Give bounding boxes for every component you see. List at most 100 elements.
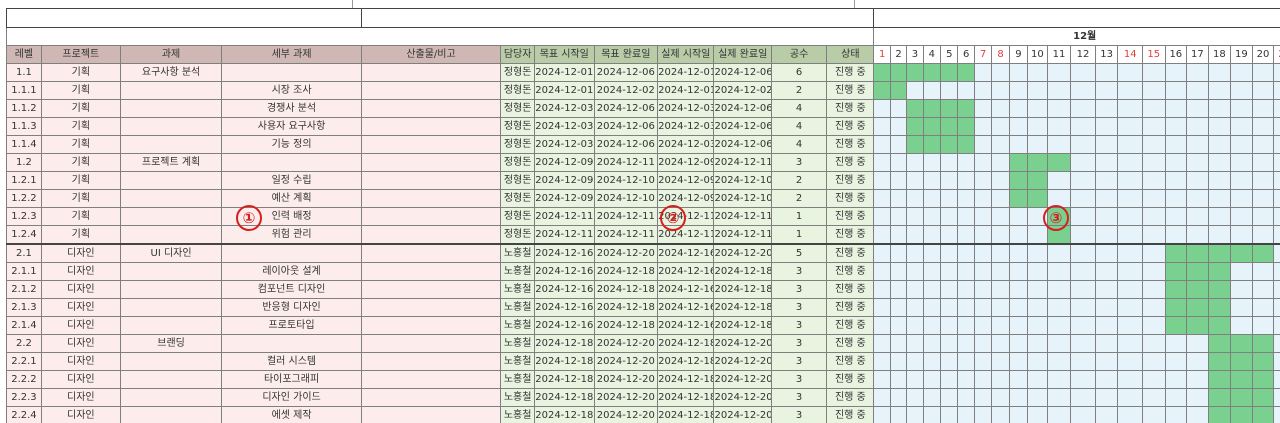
cell-actual-end[interactable]: 2024-12-06 <box>713 99 772 118</box>
gantt-cell[interactable] <box>1094 370 1119 389</box>
gantt-cell[interactable] <box>1142 370 1166 389</box>
gantt-cell[interactable] <box>991 262 1010 281</box>
cell-target-start[interactable]: 2024-12-03 <box>534 135 595 154</box>
cell-task[interactable] <box>119 171 223 190</box>
gantt-cell[interactable] <box>889 370 908 389</box>
gantt-cell[interactable] <box>1070 135 1096 154</box>
gantt-cell[interactable] <box>1186 352 1209 371</box>
gantt-cell[interactable] <box>957 316 975 335</box>
gantt-cell[interactable] <box>1070 334 1096 353</box>
cell-target-end[interactable]: 2024-12-18 <box>593 298 659 317</box>
cell-status[interactable]: 진행 중 <box>826 225 875 245</box>
gantt-cell[interactable] <box>1273 189 1280 208</box>
gantt-cell[interactable] <box>991 388 1010 407</box>
cell-assignee[interactable]: 정형돈 <box>500 81 536 100</box>
gantt-cell[interactable] <box>906 117 924 136</box>
gantt-cell[interactable] <box>1164 99 1188 118</box>
gantt-cell[interactable] <box>1008 406 1029 423</box>
gantt-cell[interactable] <box>1027 99 1048 118</box>
cell-subtask[interactable]: 경쟁사 분석 <box>221 99 362 118</box>
gantt-cell[interactable] <box>1273 225 1280 245</box>
cell-effort[interactable]: 3 <box>770 406 828 423</box>
gantt-cell[interactable] <box>1207 352 1232 371</box>
cell-actual-end[interactable]: 2024-12-20 <box>713 370 772 389</box>
cell-actual-end[interactable]: 2024-12-11 <box>713 225 772 245</box>
cell-level[interactable]: 1.2.4 <box>6 225 42 245</box>
gantt-cell[interactable] <box>1094 388 1119 407</box>
gantt-cell[interactable] <box>873 280 891 299</box>
gantt-cell[interactable] <box>1251 171 1275 190</box>
cell-deliverable[interactable] <box>360 298 502 317</box>
cell-subtask[interactable] <box>221 63 362 82</box>
gantt-cell[interactable] <box>1117 316 1143 335</box>
gantt-cell[interactable] <box>940 63 959 82</box>
gantt-cell[interactable] <box>957 370 975 389</box>
cell-task[interactable] <box>119 388 223 407</box>
cell-target-end[interactable]: 2024-12-20 <box>593 370 659 389</box>
gantt-cell[interactable] <box>973 117 993 136</box>
gantt-cell[interactable] <box>940 171 959 190</box>
gantt-cell[interactable] <box>1164 189 1188 208</box>
cell-effort[interactable]: 2 <box>770 189 828 208</box>
cell-task[interactable]: 프로젝트 계획 <box>119 153 223 172</box>
gantt-cell[interactable] <box>1230 352 1253 371</box>
gantt-cell[interactable] <box>957 298 975 317</box>
cell-actual-start[interactable]: 2024-12-03 <box>657 135 715 154</box>
gantt-cell[interactable] <box>1094 99 1119 118</box>
gantt-cell[interactable] <box>973 171 993 190</box>
gantt-cell[interactable] <box>1230 388 1253 407</box>
gantt-cell[interactable] <box>1273 243 1280 263</box>
gantt-cell[interactable] <box>1207 280 1232 299</box>
cell-subtask[interactable]: 에셋 제작 <box>221 406 362 423</box>
gantt-cell[interactable] <box>1070 225 1096 245</box>
gantt-cell[interactable] <box>1230 298 1253 317</box>
cell-effort[interactable]: 6 <box>770 63 828 82</box>
gantt-cell[interactable] <box>1186 207 1209 226</box>
gantt-cell[interactable] <box>1207 117 1232 136</box>
gantt-cell[interactable] <box>906 262 924 281</box>
gantt-cell[interactable] <box>1027 81 1048 100</box>
gantt-cell[interactable] <box>1070 153 1096 172</box>
gantt-cell[interactable] <box>1164 316 1188 335</box>
cell-assignee[interactable]: 정형돈 <box>500 225 536 245</box>
cell-target-end[interactable]: 2024-12-06 <box>593 99 659 118</box>
gantt-cell[interactable] <box>1008 280 1029 299</box>
gantt-cell[interactable] <box>1070 352 1096 371</box>
gantt-cell[interactable] <box>873 316 891 335</box>
header-target-end[interactable]: 목표 완료일 <box>593 45 659 64</box>
gantt-cell[interactable] <box>1070 189 1096 208</box>
cell-subtask[interactable] <box>221 243 362 263</box>
gantt-cell[interactable] <box>906 135 924 154</box>
gantt-cell[interactable] <box>1142 99 1166 118</box>
cell-target-start[interactable]: 2024-12-18 <box>534 334 595 353</box>
cell-project[interactable]: 기획 <box>40 225 121 245</box>
gantt-cell[interactable] <box>940 207 959 226</box>
gantt-cell[interactable] <box>1117 189 1143 208</box>
cell-actual-end[interactable]: 2024-12-18 <box>713 298 772 317</box>
gantt-cell[interactable] <box>1186 262 1209 281</box>
gantt-cell[interactable] <box>922 117 942 136</box>
gantt-cell[interactable] <box>1027 388 1048 407</box>
cell-effort[interactable]: 3 <box>770 298 828 317</box>
cell-level[interactable]: 2.1.4 <box>6 316 42 335</box>
gantt-cell[interactable] <box>1164 298 1188 317</box>
cell-project[interactable]: 기획 <box>40 189 121 208</box>
gantt-cell[interactable] <box>922 171 942 190</box>
gantt-cell[interactable] <box>1046 280 1072 299</box>
gantt-cell[interactable] <box>1142 334 1166 353</box>
blank-cell[interactable] <box>873 8 1280 28</box>
cell-status[interactable]: 진행 중 <box>826 406 875 423</box>
cell-effort[interactable]: 3 <box>770 388 828 407</box>
gantt-cell[interactable] <box>1251 207 1275 226</box>
gantt-cell[interactable] <box>957 352 975 371</box>
gantt-cell[interactable] <box>1273 352 1280 371</box>
day-header-19[interactable]: 19 <box>1230 45 1253 64</box>
cell-target-end[interactable]: 2024-12-11 <box>593 153 659 172</box>
gantt-cell[interactable] <box>922 388 942 407</box>
gantt-cell[interactable] <box>1186 334 1209 353</box>
gantt-cell[interactable] <box>1117 207 1143 226</box>
gantt-cell[interactable] <box>1251 298 1275 317</box>
cell-status[interactable]: 진행 중 <box>826 99 875 118</box>
header-deliverable[interactable]: 산출물/비고 <box>360 45 502 64</box>
cell-actual-start[interactable]: 2024-12-18 <box>657 352 715 371</box>
